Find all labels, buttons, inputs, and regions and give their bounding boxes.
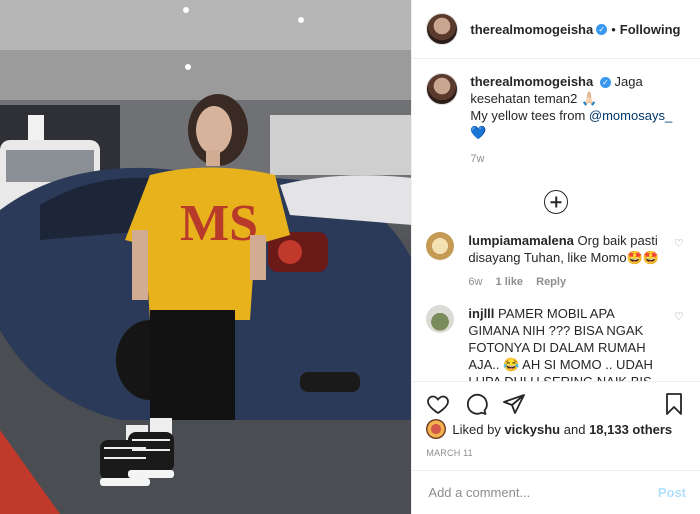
add-comment-input[interactable] [426, 484, 658, 501]
comment-avatar[interactable] [426, 305, 455, 333]
likes-user-link[interactable]: vickyshu [504, 422, 560, 437]
comment-like-heart-icon[interactable]: ♡ [674, 238, 686, 250]
likes-and: and [563, 421, 586, 437]
post-photo[interactable]: MS [0, 0, 412, 514]
author-username[interactable]: therealmomogeisha [470, 22, 593, 37]
post-caption: therealmomogeisha ✓ Jaga kesehatan teman… [426, 59, 686, 168]
comment-text: PAMER MOBIL APA GIMANA NIH ??? BISA NGAK… [468, 306, 658, 381]
caption-time[interactable]: 7w [470, 151, 686, 168]
post-date[interactable]: MARCH 11 [426, 448, 472, 458]
likes-summary: Liked by vickyshu and 18,133 others [426, 419, 686, 439]
comment-body: injlll PAMER MOBIL APA GIMANA NIH ??? BI… [468, 305, 686, 381]
like-heart-icon[interactable] [426, 392, 450, 416]
comment-meta: 6w 1 like Reply [468, 274, 668, 291]
following-button[interactable]: Following [620, 22, 681, 37]
add-comment-bar: Post [412, 470, 700, 514]
likes-count-link[interactable]: 18,133 others [589, 422, 672, 437]
likes-prefix: Liked by [452, 421, 501, 437]
comment-likes[interactable]: 1 like [496, 276, 524, 288]
comment-bubble-icon[interactable] [464, 392, 489, 416]
caption-verified-icon: ✓ [599, 77, 611, 88]
comment-username[interactable]: lumpiamamalena [468, 233, 574, 248]
comment-reply-button[interactable]: Reply [536, 276, 566, 288]
caption-username[interactable]: therealmomogeisha [470, 74, 593, 89]
svg-text:MS: MS [180, 195, 258, 252]
post-comment-button[interactable]: Post [658, 485, 686, 500]
share-paper-plane-icon[interactable] [502, 392, 526, 416]
liker-avatar[interactable] [426, 419, 447, 439]
caption-line2: My yellow tees from [470, 108, 586, 123]
comment-body: lumpiamamalena Org baik pasti disayang T… [468, 232, 686, 291]
comment-item: injlll PAMER MOBIL APA GIMANA NIH ??? BI… [426, 305, 686, 381]
instagram-post: MS therealmomogeisha ✓ • Following there… [0, 0, 700, 514]
load-more-comments-icon[interactable] [544, 190, 569, 214]
caption-text: therealmomogeisha ✓ Jaga kesehatan teman… [470, 73, 686, 168]
caption-heart: 💙 [470, 125, 487, 140]
comment-username[interactable]: injlll [468, 306, 494, 321]
header-separator: • [611, 21, 616, 37]
comment-item: lumpiamamalena Org baik pasti disayang T… [426, 232, 686, 291]
comment-time[interactable]: 6w [468, 276, 482, 288]
bookmark-save-icon[interactable] [662, 392, 686, 416]
post-sidebar: therealmomogeisha ✓ • Following therealm… [411, 0, 700, 514]
comments-list[interactable]: therealmomogeisha ✓ Jaga kesehatan teman… [412, 59, 700, 381]
comment-avatar[interactable] [426, 232, 455, 260]
photo-illustration: MS [0, 0, 412, 514]
author-avatar[interactable] [426, 13, 459, 45]
comment-like-heart-icon[interactable]: ♡ [674, 311, 686, 323]
caption-mention-link[interactable]: @momosays_ [589, 108, 672, 123]
post-header: therealmomogeisha ✓ • Following [412, 0, 700, 59]
verified-badge-icon: ✓ [596, 23, 608, 35]
caption-avatar[interactable] [426, 73, 459, 105]
